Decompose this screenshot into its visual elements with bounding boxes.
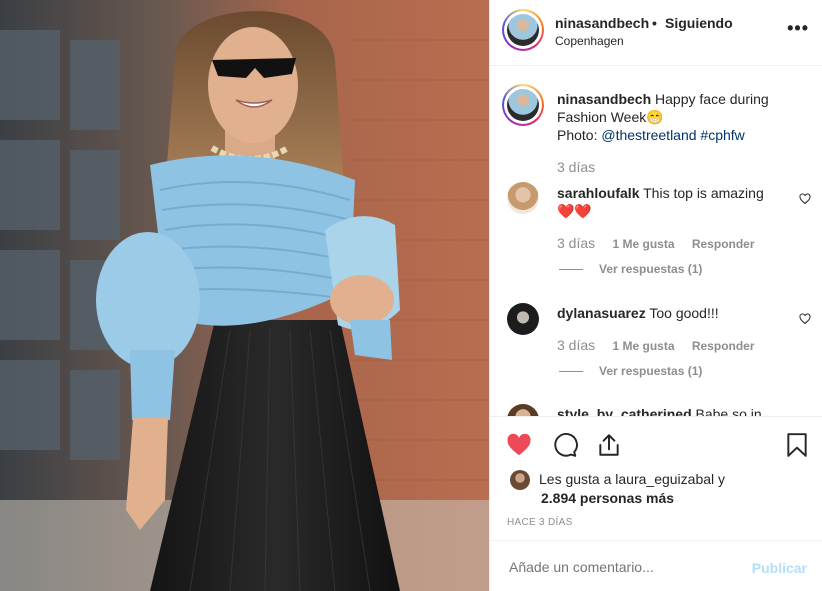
reply-button[interactable]: Responder xyxy=(692,237,755,251)
likes-line1[interactable]: Les gusta a laura_eguizabal y xyxy=(539,469,725,489)
caption-text: ninasandbech Happy face during Fashion W… xyxy=(557,90,807,144)
caption-text-part2: Fashion Week xyxy=(557,109,647,125)
comment-body: This top is amazing xyxy=(643,185,764,201)
follow-status-button[interactable]: Siguiendo xyxy=(665,15,733,31)
comment-body: Babe so in xyxy=(695,406,762,416)
hashtag-link[interactable]: #cphfw xyxy=(700,127,744,143)
bookmark-icon[interactable] xyxy=(784,432,810,458)
comment-username[interactable]: dylanasuarez xyxy=(557,305,646,321)
view-replies[interactable]: Ver respuestas (1) xyxy=(559,364,702,378)
mention-link[interactable]: @thestreetland xyxy=(601,127,696,143)
likes-count[interactable]: 2.894 personas más xyxy=(541,488,674,508)
reply-button[interactable]: Responder xyxy=(692,339,755,353)
comment-avatar[interactable] xyxy=(507,182,539,214)
more-options-icon[interactable]: ••• xyxy=(787,18,809,39)
comment-meta: 3 días 1 Me gusta Responder xyxy=(557,235,755,251)
comment-text: sarahloufalk This top is amazing ❤️❤️ xyxy=(557,184,787,220)
comment-body: Too good!!! xyxy=(649,305,719,321)
comment-input[interactable] xyxy=(509,559,739,575)
author-avatar[interactable] xyxy=(502,9,544,51)
comment-like-icon[interactable] xyxy=(799,193,811,205)
comment-avatar[interactable] xyxy=(507,303,539,335)
view-replies-label[interactable]: Ver respuestas (1) xyxy=(599,364,702,378)
caption-username[interactable]: ninasandbech xyxy=(557,91,651,107)
caption-avatar[interactable] xyxy=(502,84,544,126)
liker-avatar[interactable] xyxy=(510,470,530,490)
comment-avatar[interactable] xyxy=(507,404,539,416)
caption-photo-label: Photo: xyxy=(557,127,598,143)
comment-text: dylanasuarez Too good!!! xyxy=(557,304,787,322)
caption-text-part1: Happy face during xyxy=(655,91,769,107)
post-actions: Les gusta a laura_eguizabal y 2.894 pers… xyxy=(490,416,822,540)
view-replies[interactable]: Ver respuestas (1) xyxy=(559,262,702,276)
caption-time[interactable]: 3 días xyxy=(557,159,595,175)
comment-username[interactable]: style_by_catherined xyxy=(557,406,692,416)
comment-like-icon[interactable] xyxy=(799,313,811,325)
share-icon[interactable] xyxy=(596,432,622,458)
author-username[interactable]: ninasandbech xyxy=(555,15,649,31)
comment-username[interactable]: sarahloufalk xyxy=(557,185,639,201)
comment-time[interactable]: 3 días xyxy=(557,235,595,251)
heart-filled-icon[interactable] xyxy=(506,432,532,458)
grin-emoji: 😁 xyxy=(646,109,664,125)
comment-icon[interactable] xyxy=(552,432,578,458)
post-photo-illustration xyxy=(0,0,489,591)
add-comment-bar: Publicar xyxy=(490,540,822,591)
post-side-panel: ninasandbech • Siguiendo Copenhagen ••• … xyxy=(489,0,822,591)
hearts-emoji: ❤️❤️ xyxy=(557,203,592,219)
header-separator: • xyxy=(652,15,657,31)
view-replies-label[interactable]: Ver respuestas (1) xyxy=(599,262,702,276)
comment-likes-count[interactable]: 1 Me gusta xyxy=(612,339,674,353)
post-photo[interactable] xyxy=(0,0,489,591)
comment-meta: 3 días 1 Me gusta Responder xyxy=(557,337,755,353)
comments-list[interactable]: ninasandbech Happy face during Fashion W… xyxy=(490,66,822,416)
comment-likes-count[interactable]: 1 Me gusta xyxy=(612,237,674,251)
publish-button[interactable]: Publicar xyxy=(752,560,807,576)
comment-time[interactable]: 3 días xyxy=(557,337,595,353)
post-header: ninasandbech • Siguiendo Copenhagen ••• xyxy=(490,0,822,66)
post-date[interactable]: HACE 3 DÍAS xyxy=(507,517,573,528)
comment-text: style_by_catherined Babe so in xyxy=(557,405,787,416)
post-location[interactable]: Copenhagen xyxy=(555,34,624,48)
